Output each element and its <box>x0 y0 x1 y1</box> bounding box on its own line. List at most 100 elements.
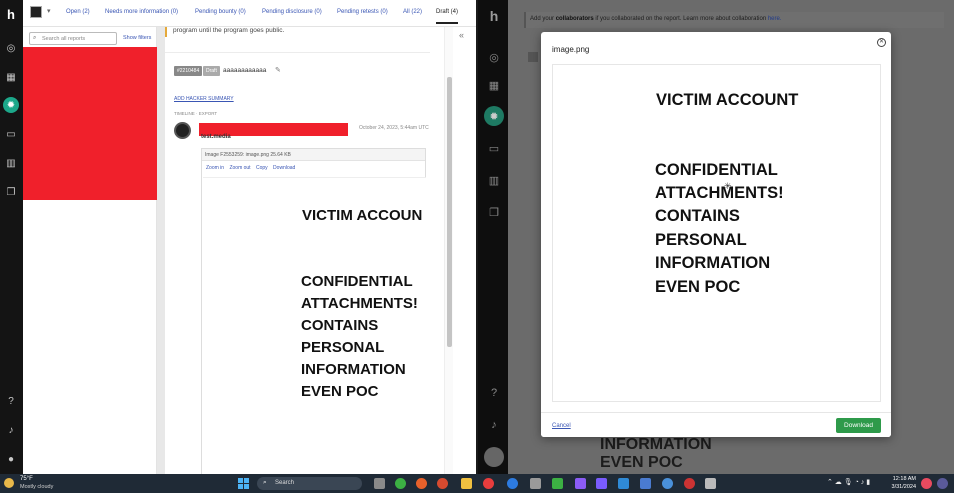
collapse-icon[interactable]: « <box>459 30 464 40</box>
doc-line: CONFIDENTIAL <box>655 161 778 179</box>
search-placeholder: Search all reports <box>42 36 86 42</box>
chevron-down-icon[interactable]: ▾ <box>47 7 51 15</box>
book-icon[interactable]: ❐ <box>484 202 504 222</box>
start-button[interactable] <box>238 478 249 489</box>
user-avatar-icon[interactable]: ● <box>3 451 19 467</box>
modal-footer: Cancel Download <box>541 412 891 437</box>
app-icon[interactable] <box>483 478 494 489</box>
doc-line: PERSONAL <box>655 231 747 249</box>
app-icon[interactable] <box>684 478 695 489</box>
file-explorer-icon[interactable] <box>461 478 472 489</box>
program-logo[interactable] <box>30 6 42 18</box>
analytics-icon[interactable]: ▥ <box>484 170 504 190</box>
doc-line: INFORMATION <box>655 254 771 272</box>
notification-icon[interactable] <box>921 478 932 489</box>
doc-line: EVEN POC <box>655 278 741 296</box>
bug-icon[interactable]: ✹ <box>484 106 504 126</box>
target-icon[interactable]: ◎ <box>3 40 19 56</box>
notes-icon[interactable] <box>640 478 651 489</box>
terminal-icon[interactable] <box>552 478 563 489</box>
copy-link[interactable]: Copy <box>256 165 268 171</box>
doc-line: ATTACHMENTS! <box>655 184 784 202</box>
tab-needs-more-info[interactable]: Needs more information (0) <box>105 9 178 15</box>
doc-line: EVEN POC <box>301 383 379 400</box>
cancel-button[interactable]: Cancel <box>552 423 571 429</box>
hackerone-logo-icon[interactable]: h <box>3 6 19 22</box>
scrollbar[interactable] <box>444 27 453 474</box>
search-input[interactable]: ⌕ Search all reports <box>29 32 117 45</box>
zoom-out-link[interactable]: Zoom out <box>229 165 250 171</box>
search-icon: ⌕ <box>263 479 267 486</box>
report-status-tabs: ▾ Open (2) Needs more information (0) Pe… <box>23 0 476 27</box>
redaction-block <box>23 47 158 200</box>
target-icon[interactable]: ◎ <box>484 47 504 67</box>
search-icon: ⌕ <box>33 35 37 41</box>
app-icon[interactable] <box>705 478 716 489</box>
doc-line: INFORMATION <box>301 361 406 378</box>
pane-divider[interactable] <box>157 27 165 474</box>
edge-icon[interactable] <box>507 478 518 489</box>
vscode-icon[interactable] <box>618 478 629 489</box>
tab-pending-bounty[interactable]: Pending bounty (0) <box>195 9 246 15</box>
cursor-icon: ✳ <box>724 181 732 191</box>
show-filters-link[interactable]: Show filters <box>123 35 151 41</box>
app-icon[interactable] <box>662 478 673 489</box>
tab-open[interactable]: Open (2) <box>66 9 90 15</box>
help-icon[interactable]: ? <box>3 393 19 409</box>
task-view-icon[interactable] <box>374 478 385 489</box>
weather-icon[interactable] <box>4 478 14 488</box>
user-avatar-icon[interactable] <box>484 447 504 467</box>
dashboard-icon[interactable]: ▦ <box>484 75 504 95</box>
zoom-in-link[interactable]: Zoom in <box>206 165 224 171</box>
browser-icon[interactable] <box>437 478 448 489</box>
notification-bell-icon[interactable]: ♪ <box>484 415 504 435</box>
tab-pending-retests[interactable]: Pending retests (0) <box>337 9 388 15</box>
clock-time[interactable]: 12:18 AM <box>886 476 916 482</box>
book-icon[interactable]: ❐ <box>3 184 19 200</box>
info-banner: program until the program goes public. <box>165 27 440 37</box>
inbox-icon[interactable]: ▭ <box>3 126 19 142</box>
tab-pending-disclosure[interactable]: Pending disclosure (0) <box>262 9 322 15</box>
timeline-label: TIMELINE · EXPORT <box>174 111 218 116</box>
attachment-image-preview[interactable]: VICTIM ACCOUN CONFIDENTIAL ATTACHMENTS! … <box>203 177 426 474</box>
download-button[interactable]: Download <box>836 418 881 433</box>
close-icon[interactable]: ✕ <box>877 38 886 47</box>
doc-line: CONTAINS <box>655 207 740 225</box>
tab-all[interactable]: All (22) <box>403 9 422 15</box>
analytics-icon[interactable]: ▥ <box>3 155 19 171</box>
tab-draft[interactable]: Draft (4) <box>436 9 459 24</box>
hackerone-logo-icon[interactable]: h <box>484 6 504 26</box>
modal-image: VICTIM ACCOUNT CONFIDENTIAL ATTACHMENTS!… <box>552 64 881 402</box>
inbox-icon[interactable]: ▭ <box>484 138 504 158</box>
app-icon[interactable] <box>575 478 586 489</box>
edit-pencil-icon[interactable]: ✎ <box>275 66 281 74</box>
app-icon[interactable] <box>530 478 541 489</box>
help-icon[interactable]: ? <box>484 383 504 403</box>
add-hacker-summary-link[interactable]: ADD HACKER SUMMARY <box>174 96 234 102</box>
reporter-username[interactable]: test.media <box>201 134 231 140</box>
attachment-card: Image F2553259: image.png 25.64 KB Zoom … <box>201 148 426 474</box>
background-doc-text: INFORMATION EVEN POC <box>600 436 712 471</box>
left-browser-window: h ◎ ▦ ✹ ▭ ▥ ❐ ? ♪ ● ▾ Open (2) Needs mor… <box>0 0 476 474</box>
collaboration-help-link[interactable]: here. <box>768 16 782 22</box>
bug-icon[interactable]: ✹ <box>3 97 19 113</box>
left-nav-rail: h ◎ ▦ ✹ ▭ ▥ ❐ ? ♪ ● <box>0 0 23 474</box>
dashboard-icon[interactable]: ▦ <box>3 69 19 85</box>
notification-bell-icon[interactable]: ♪ <box>3 422 19 438</box>
attachment-actions: Zoom in Zoom out Copy Download <box>206 165 299 171</box>
status-badge: Draft <box>203 66 220 76</box>
weather-temperature[interactable]: 75°F <box>20 476 33 482</box>
scrollbar-thumb[interactable] <box>447 77 452 347</box>
download-link[interactable]: Download <box>273 165 295 171</box>
windows-taskbar: 75°F Mostly cloudy ⌕ Search ⌃ ☁ 🎙 ◔ ♪ ▮ … <box>0 474 954 493</box>
firefox-icon[interactable] <box>416 478 427 489</box>
background-element <box>528 52 538 62</box>
chrome-icon[interactable] <box>395 478 406 489</box>
desktop: h ◎ ▦ ✹ ▭ ▥ ❐ ? ♪ ● ▾ Open (2) Needs mor… <box>0 0 954 493</box>
weather-description[interactable]: Mostly cloudy <box>20 484 53 490</box>
app-icon[interactable] <box>937 478 948 489</box>
clock-date[interactable]: 3/31/2024 <box>886 484 916 490</box>
app-icon[interactable] <box>596 478 607 489</box>
system-tray[interactable]: ⌃ ☁ 🎙 ◔ ♪ ▮ <box>827 478 870 486</box>
taskbar-search[interactable]: ⌕ Search <box>257 477 362 490</box>
